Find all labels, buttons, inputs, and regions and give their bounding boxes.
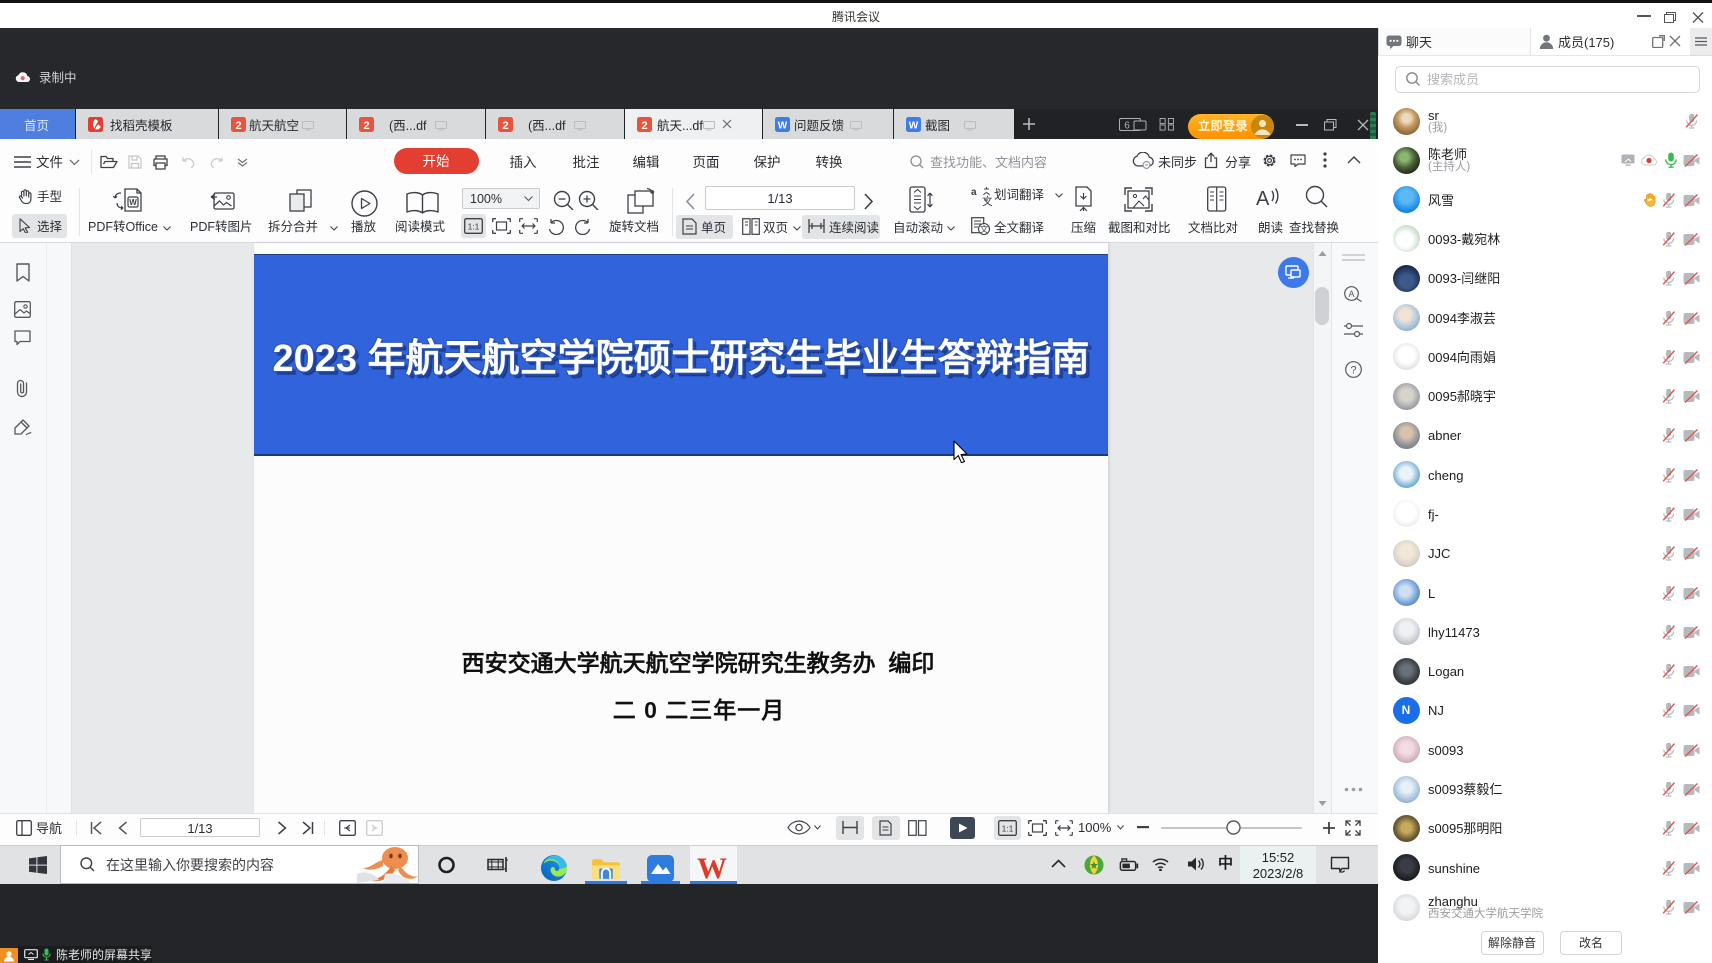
svg-text:2: 2 (235, 120, 241, 132)
svg-text:2: 2 (363, 120, 369, 132)
svg-text:2: 2 (502, 120, 508, 132)
svg-text:?: ? (1350, 365, 1356, 377)
svg-text:2: 2 (641, 120, 647, 132)
svg-text:a: a (971, 187, 977, 198)
svg-text:6: 6 (1124, 121, 1130, 132)
svg-text:W: W (129, 198, 137, 207)
svg-text:1:1: 1:1 (468, 222, 480, 232)
svg-text:A: A (1256, 188, 1270, 210)
svg-text:W: W (909, 121, 919, 132)
svg-text:文: 文 (979, 224, 988, 235)
svg-text:1:1: 1:1 (1002, 824, 1014, 834)
svg-text:W: W (778, 121, 788, 132)
svg-text:A: A (1348, 289, 1354, 299)
